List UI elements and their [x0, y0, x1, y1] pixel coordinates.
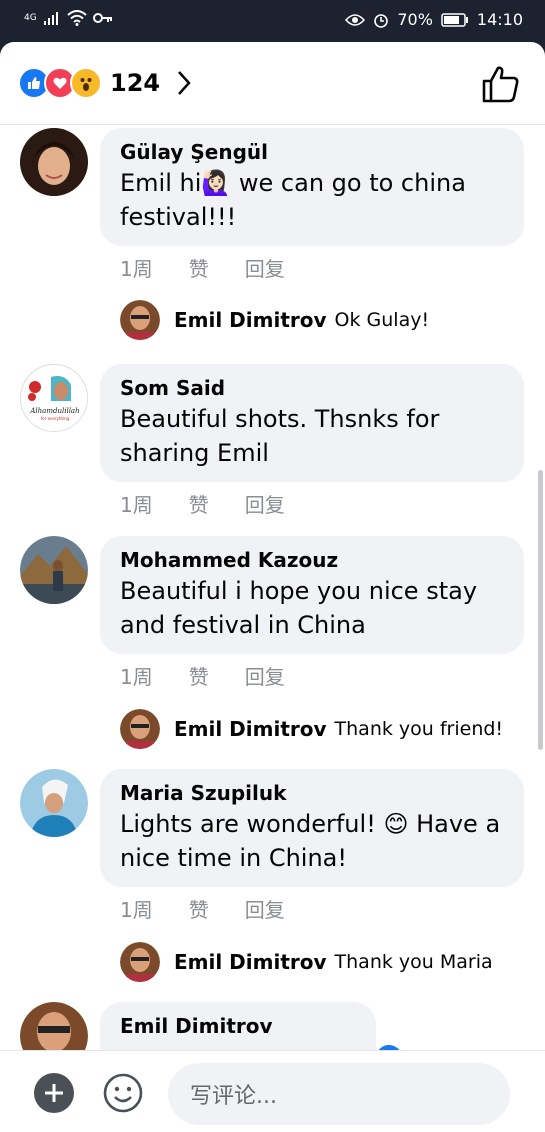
- avatar[interactable]: [20, 769, 88, 837]
- comment-author[interactable]: Mohammed Kazouz: [120, 546, 504, 574]
- reaction-badge[interactable]: [374, 1043, 404, 1050]
- comment-time: 1周: [120, 665, 153, 689]
- reply-item[interactable]: Emil Dimitrov Thank you Maria: [120, 942, 493, 982]
- comment-bubble[interactable]: Som Said Beautiful shots. Thsnks for sha…: [100, 364, 524, 482]
- comment-text: nice time in China!: [120, 844, 348, 872]
- comment-item: Emil Dimitrov: [0, 999, 545, 1050]
- status-left: 4G: [24, 10, 113, 26]
- alarm-icon: [374, 13, 389, 28]
- eye-icon: [345, 13, 366, 26]
- comment-text: Lights are wonderful! 😊 Have a: [120, 810, 501, 838]
- comment-item: Mohammed Kazouz Beautiful i hope you nic…: [0, 533, 545, 749]
- like-link[interactable]: 赞: [189, 489, 209, 518]
- reaction-summary[interactable]: 124: [18, 67, 192, 99]
- network-label: 4G: [24, 13, 37, 23]
- reply-text: Thank you Maria: [334, 951, 493, 973]
- signal-icon: [43, 12, 58, 25]
- chevron-right-icon: [178, 71, 191, 95]
- comment-bubble[interactable]: Gülay Şengül Emil hi🙋🏻‍♀️ we can go to c…: [100, 128, 524, 246]
- comment-author[interactable]: Som Said: [120, 374, 504, 402]
- reply-text: Thank you friend!: [334, 718, 504, 740]
- avatar[interactable]: Alhamdulillah for everything: [20, 364, 88, 432]
- reply-avatar[interactable]: [120, 942, 160, 982]
- status-right: 70% 14:10: [345, 10, 523, 29]
- avatar[interactable]: [20, 128, 88, 196]
- avatar-caption: Alhamdulillah: [29, 407, 79, 415]
- reply-link[interactable]: 回复: [245, 894, 285, 923]
- comment-text: Beautiful i hope you nice stay: [120, 577, 478, 605]
- reply-author[interactable]: Emil Dimitrov: [174, 717, 327, 741]
- clock-time: 14:10: [476, 10, 523, 29]
- comments-sheet: 124 Gülay Şengül Emil hi🙋🏻‍♀️ we can go …: [0, 42, 545, 1132]
- reply-avatar[interactable]: [120, 300, 160, 340]
- scrollbar[interactable]: [538, 470, 543, 750]
- comment-time: 1周: [120, 257, 153, 281]
- comment-bubble[interactable]: Maria Szupiluk Lights are wonderful! 😊 H…: [100, 769, 524, 887]
- wow-icon: [70, 67, 102, 99]
- reaction-count: 124: [110, 69, 161, 97]
- comment-actions: 1周 赞 回复: [120, 489, 285, 518]
- like-link[interactable]: 赞: [189, 894, 209, 923]
- plus-icon: [45, 1084, 63, 1102]
- reply-item[interactable]: Emil Dimitrov Thank you friend!: [120, 709, 503, 749]
- key-icon: [92, 13, 112, 23]
- battery-percent: 70%: [397, 10, 433, 29]
- reply-link[interactable]: 回复: [245, 661, 285, 690]
- like-link[interactable]: 赞: [189, 661, 209, 690]
- reply-link[interactable]: 回复: [245, 489, 285, 518]
- avatar[interactable]: [20, 1002, 88, 1050]
- avatar-subcaption: for everything: [41, 416, 70, 421]
- comment-item: Gülay Şengül Emil hi🙋🏻‍♀️ we can go to c…: [0, 125, 545, 340]
- comment-text: Beautiful shots. Thsnks for: [120, 405, 440, 433]
- comment-actions: 1周 赞 回复: [120, 661, 285, 690]
- comment-text: Emil hi🙋🏻‍♀️ we can go to china: [120, 169, 466, 197]
- comment-actions: 1周 赞 回复: [120, 253, 285, 282]
- add-attachment-button[interactable]: [34, 1073, 74, 1113]
- reply-text: Ok Gulay!: [334, 309, 430, 331]
- comment-author[interactable]: Gülay Şengül: [120, 138, 504, 166]
- status-bar: 4G 70% 14:10: [0, 0, 545, 42]
- comment-time: 1周: [120, 898, 153, 922]
- comment-text: sharing Emil: [120, 439, 269, 467]
- like-link[interactable]: 赞: [189, 253, 209, 282]
- reply-author[interactable]: Emil Dimitrov: [174, 950, 327, 974]
- battery-icon: [441, 12, 468, 27]
- reply-item[interactable]: Emil Dimitrov Ok Gulay!: [120, 300, 429, 340]
- comment-bubble[interactable]: Emil Dimitrov: [100, 1002, 376, 1050]
- comment-list: Gülay Şengül Emil hi🙋🏻‍♀️ we can go to c…: [0, 125, 545, 1050]
- comment-author[interactable]: Emil Dimitrov: [120, 1012, 356, 1040]
- comment-item: Alhamdulillah for everything Som Said Bea…: [0, 361, 545, 531]
- comment-time: 1周: [120, 493, 153, 517]
- like-button-icon[interactable]: [481, 64, 521, 104]
- comment-text: festival!!!: [120, 203, 237, 231]
- comment-bubble[interactable]: Mohammed Kazouz Beautiful i hope you nic…: [100, 536, 524, 654]
- comment-input[interactable]: 写评论...: [168, 1063, 510, 1125]
- wifi-icon: [67, 10, 87, 26]
- emoji-icon[interactable]: [102, 1072, 144, 1114]
- reply-author[interactable]: Emil Dimitrov: [174, 308, 327, 332]
- reactions-header: 124: [0, 42, 545, 125]
- reply-avatar[interactable]: [120, 709, 160, 749]
- reply-link[interactable]: 回复: [245, 253, 285, 282]
- comment-author[interactable]: Maria Szupiluk: [120, 779, 504, 807]
- comment-item: Maria Szupiluk Lights are wonderful! 😊 H…: [0, 766, 545, 982]
- comment-actions: 1周 赞 回复: [120, 894, 285, 923]
- avatar[interactable]: [20, 536, 88, 604]
- comment-composer: 写评论...: [0, 1050, 545, 1132]
- comment-text: and festival in China: [120, 611, 366, 639]
